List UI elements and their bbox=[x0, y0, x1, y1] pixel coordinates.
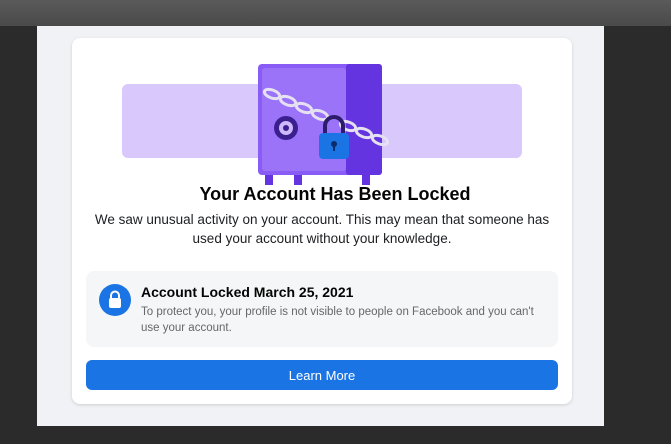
learn-more-button[interactable]: Learn More bbox=[86, 360, 558, 390]
lock-description: We saw unusual activity on your account.… bbox=[94, 212, 550, 246]
account-locked-notice: Account Locked March 25, 2021 To protect… bbox=[86, 271, 558, 347]
window-top-bar bbox=[0, 0, 671, 26]
lock-icon bbox=[99, 284, 131, 316]
page-title: Your Account Has Been Locked bbox=[199, 184, 471, 204]
locked-safe-illustration bbox=[122, 64, 522, 185]
notice-title: Account Locked March 25, 2021 bbox=[141, 284, 354, 300]
account-locked-card: Your Account Has Been Locked We saw unus… bbox=[72, 38, 572, 404]
notice-body: To protect you, your profile is not visi… bbox=[141, 306, 534, 334]
